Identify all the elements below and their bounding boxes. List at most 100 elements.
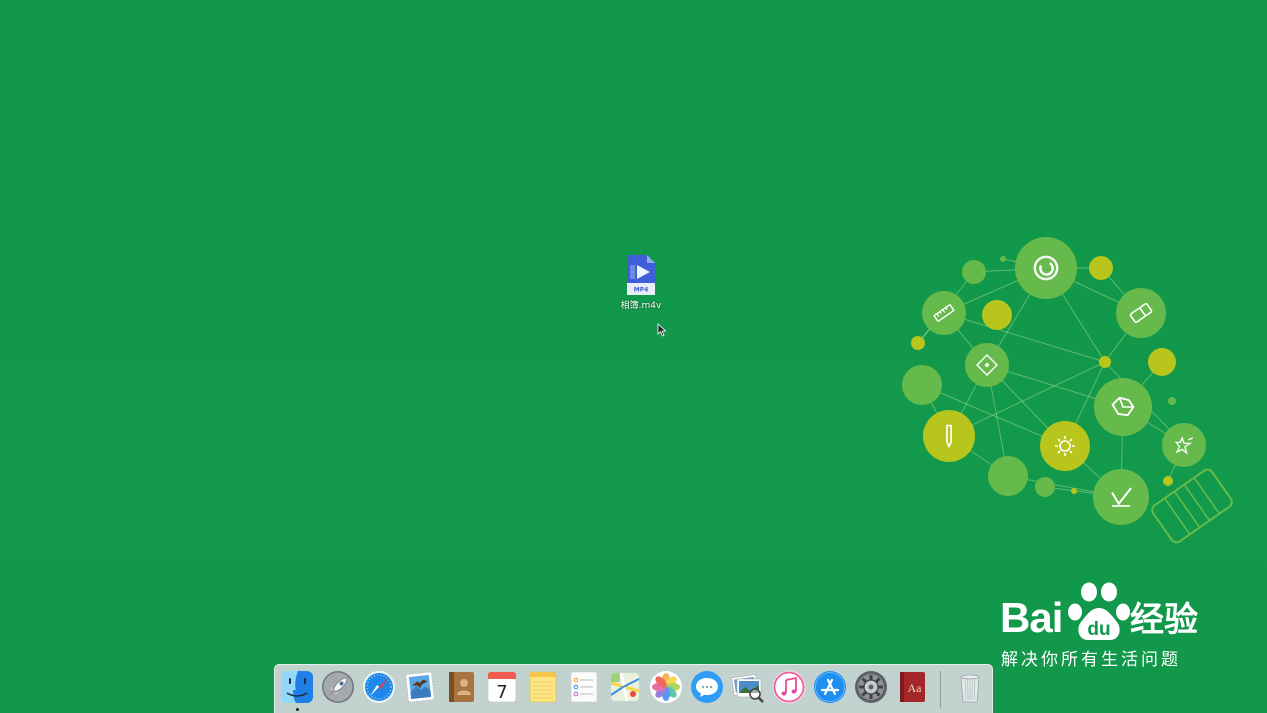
dock-item-photos[interactable] (648, 669, 684, 705)
bulb-link (1100, 267, 1142, 314)
app-store-icon[interactable] (812, 669, 848, 705)
bulb-link (1104, 312, 1142, 363)
bulb-node (911, 336, 925, 350)
file-name-label[interactable]: 相簿.m4v (611, 301, 671, 312)
bulb-node (962, 260, 986, 284)
dock-item-safari[interactable] (361, 669, 397, 705)
itunes-icon[interactable] (771, 669, 807, 705)
watermark-paw-text: du (1087, 619, 1110, 640)
finder-icon[interactable] (279, 669, 315, 705)
bulb-link (943, 312, 1106, 363)
spinner-icon (1033, 255, 1059, 281)
puzzle-icon (1111, 396, 1135, 417)
bulb-node (923, 410, 975, 462)
notes-icon[interactable] (525, 669, 561, 705)
watermark-product: 经验 (1130, 600, 1198, 640)
bulb-link (943, 267, 1047, 314)
dock-item-app-store[interactable] (812, 669, 848, 705)
dock: 7 Aa (274, 664, 993, 713)
dock-item-finder[interactable] (279, 669, 315, 705)
bulb-link (921, 384, 950, 437)
bulb-link (1044, 486, 1122, 498)
dock-item-system-preferences[interactable] (853, 669, 889, 705)
bulb-node (1089, 256, 1113, 280)
bulb-link (948, 361, 1106, 437)
preview-icon[interactable] (730, 669, 766, 705)
mail-icon[interactable] (402, 669, 438, 705)
dock-item-reminders[interactable] (566, 669, 602, 705)
bulb-node (965, 343, 1009, 387)
bulb-node (1035, 477, 1055, 497)
bulb-link (917, 312, 945, 344)
check-icon (1111, 487, 1132, 507)
messages-icon[interactable] (689, 669, 725, 705)
photos-icon[interactable] (648, 669, 684, 705)
bulb-link (1064, 445, 1122, 498)
bulb-link (1045, 267, 1106, 363)
launchpad-icon[interactable] (320, 669, 356, 705)
ruler-icon (933, 304, 955, 322)
bulb-link (986, 364, 1124, 408)
bulb-link (1120, 406, 1124, 498)
trash-icon[interactable] (952, 669, 988, 705)
dock-item-launchpad[interactable] (320, 669, 356, 705)
dock-item-preview[interactable] (730, 669, 766, 705)
bulb-link (986, 267, 1047, 366)
dock-item-maps[interactable] (607, 669, 643, 705)
bulb-link (1002, 258, 1047, 269)
desktop[interactable]: MP4 相簿.m4v Bai du 经验 解决你所有生活问题 7 Aa (0, 0, 1267, 713)
watermark-brand: Bai (1000, 594, 1063, 641)
calendar-icon[interactable]: 7 (484, 669, 520, 705)
bulb-node (1094, 378, 1152, 436)
dock-separator (940, 671, 941, 708)
bulb-link (921, 384, 1066, 447)
bulb-link (1122, 406, 1185, 446)
safari-icon[interactable] (361, 669, 397, 705)
dock-item-messages[interactable] (689, 669, 725, 705)
dock-item-mail[interactable] (402, 669, 438, 705)
bulb-node (1040, 421, 1090, 471)
system-preferences-icon[interactable] (853, 669, 889, 705)
bulb-link (917, 271, 975, 344)
dock-item-calendar[interactable]: 7 (484, 669, 520, 705)
star-icon (1174, 436, 1194, 455)
file-type-badge: MP4 (634, 287, 649, 294)
dock-item-notes[interactable] (525, 669, 561, 705)
bulb-link (1104, 361, 1185, 446)
bulb-node (1015, 237, 1077, 299)
bulb-node (902, 365, 942, 405)
dictionary-icon[interactable]: Aa (894, 669, 930, 705)
lightbulb-base (1151, 468, 1233, 544)
bulb-node (1163, 476, 1173, 486)
bulb-node (988, 456, 1028, 496)
paw-icon: du (1068, 582, 1130, 640)
bulb-link (1045, 267, 1142, 314)
desktop-file[interactable]: MP4 相簿.m4v (611, 254, 671, 312)
arrow-cursor-icon (657, 323, 667, 337)
bulb-node (1071, 488, 1077, 494)
bulb-node (922, 291, 966, 335)
dictionary-label: Aa (908, 681, 923, 695)
dock-item-trash[interactable] (952, 669, 988, 705)
bulb-link (986, 364, 1009, 477)
bulb-link (973, 267, 1047, 273)
bulb-node (1168, 397, 1176, 405)
bulb-link (943, 312, 988, 366)
bulb-link (948, 435, 1009, 477)
maps-icon[interactable] (607, 669, 643, 705)
calendar-day: 7 (496, 682, 507, 703)
bulb-node (1099, 356, 1111, 368)
bulb-node (1093, 469, 1149, 525)
dock-item-itunes[interactable] (771, 669, 807, 705)
reminders-icon[interactable] (566, 669, 602, 705)
bulb-link (948, 364, 988, 437)
bulb-link (1007, 475, 1122, 498)
dock-item-contacts[interactable] (443, 669, 479, 705)
dock-item-dictionary[interactable]: Aa (894, 669, 930, 705)
bulb-node (1148, 348, 1176, 376)
sun-icon (1055, 436, 1075, 456)
bulb-link (1167, 444, 1185, 482)
contacts-icon[interactable] (443, 669, 479, 705)
mp4-file-icon[interactable]: MP4 (625, 254, 657, 296)
bulb-link (986, 364, 1066, 447)
